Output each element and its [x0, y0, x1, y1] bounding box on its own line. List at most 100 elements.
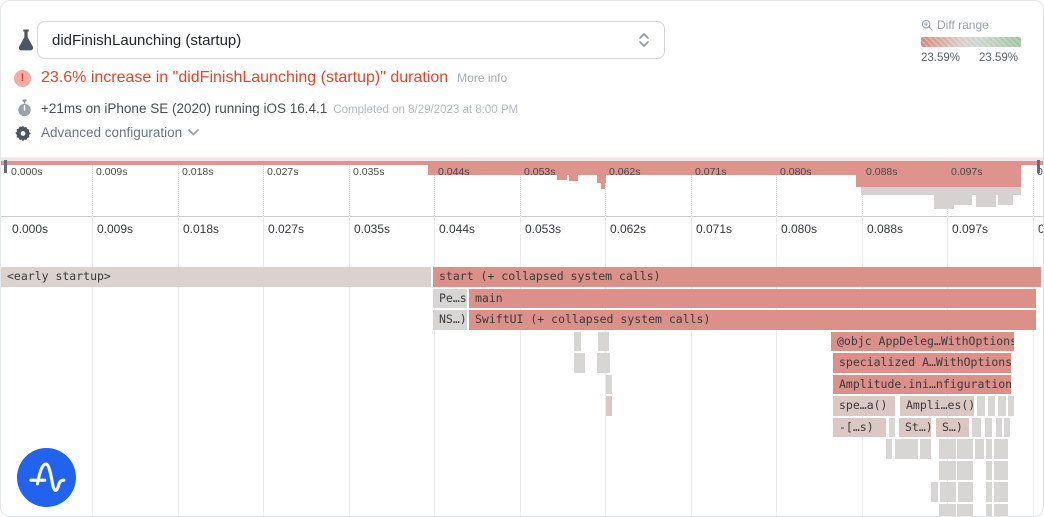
flame-bar[interactable] — [957, 504, 973, 516]
minimap-handle-left[interactable] — [4, 160, 7, 173]
ruler-tick-label: 0.1 — [1038, 222, 1043, 236]
timeline-minimap[interactable]: 0.000s 0.009s 0.018s 0.027s 0.035s 0.044s 0.05… — [1, 157, 1043, 217]
flame-bar[interactable] — [1000, 482, 1008, 502]
flame-bar[interactable] — [606, 375, 612, 395]
diff-range-max: 23.59% — [979, 52, 1018, 64]
flame-bar[interactable]: -[…s) — [833, 418, 886, 438]
zoom-icon — [921, 19, 933, 31]
flame-bar[interactable]: NS…) — [433, 310, 467, 330]
performance-trace-panel: didFinishLaunching (startup) Diff range … — [0, 0, 1044, 517]
flame-bar[interactable] — [996, 418, 1002, 438]
flame-bar[interactable]: Ampli…es() — [900, 396, 974, 416]
flame-bar[interactable] — [972, 418, 981, 438]
flame-bar[interactable] — [579, 353, 585, 373]
ruler-tick-label: 0.071s — [696, 222, 732, 236]
flame-bar[interactable] — [574, 332, 581, 352]
warning-text: 23.6% increase in "didFinishLaunching (s… — [41, 69, 448, 86]
flame-bar[interactable]: Amplitude.ini…nfiguration:) — [833, 375, 1011, 395]
chevron-down-icon — [188, 129, 199, 136]
flame-bar[interactable] — [998, 396, 1006, 416]
flame-bar[interactable] — [895, 439, 918, 459]
minimap-shape — [597, 175, 606, 183]
ruler-tick-label: 0.035s — [354, 222, 390, 236]
flame-bars: <early startup>start (+ collapsed system… — [1, 263, 1043, 516]
diff-range-gradient — [921, 37, 1021, 47]
flame-bar[interactable] — [986, 482, 992, 502]
ruler-tick-labels: 0.000s0.009s0.018s0.027s0.035s0.044s0.05… — [1, 216, 1043, 263]
minimap-tick-label: 0.097s — [951, 166, 983, 178]
flame-bar[interactable] — [1004, 418, 1010, 438]
flame-bar[interactable] — [958, 482, 973, 502]
flame-bar[interactable] — [886, 439, 892, 459]
run-info-text: +21ms on iPhone SE (2020) running iOS 16… — [41, 101, 327, 116]
ruler-tick-label: 0.062s — [610, 222, 646, 236]
ruler-tick-label: 0.080s — [781, 222, 817, 236]
minimap-handle-right[interactable] — [1037, 160, 1040, 173]
flame-bar[interactable]: Pe…s — [433, 289, 467, 309]
flame-bar[interactable] — [986, 504, 992, 516]
trace-selector[interactable]: didFinishLaunching (startup) — [37, 21, 665, 59]
flame-bar[interactable] — [986, 461, 992, 481]
flame-chart[interactable]: <early startup>start (+ collapsed system… — [1, 263, 1043, 516]
flame-bar[interactable]: spe…a() — [833, 396, 895, 416]
flame-bar[interactable] — [1000, 461, 1008, 481]
flame-bar[interactable] — [1000, 504, 1008, 516]
minimap-tick-label: 0.027s — [267, 166, 299, 178]
flame-bar[interactable] — [598, 332, 609, 352]
flame-bar[interactable]: @objc AppDeleg…WithOptions:) — [831, 332, 1014, 352]
flame-bar[interactable]: SwiftUI (+ collapsed system calls) — [469, 310, 1036, 330]
ruler-tick-label: 0.018s — [183, 222, 219, 236]
flame-bar[interactable]: main — [469, 289, 1036, 309]
advanced-configuration-label: Advanced configuration — [41, 125, 182, 140]
flame-bar[interactable]: <early startup> — [1, 267, 431, 287]
flame-bar[interactable] — [1008, 396, 1014, 416]
minimap-shape — [601, 183, 605, 189]
flame-bar[interactable] — [975, 439, 984, 459]
minimap-tick-label: 0.071s — [695, 166, 727, 178]
diff-range-min: 23.59% — [921, 52, 960, 64]
minimap-tick-label: 0.000s — [11, 166, 43, 178]
flame-bar[interactable]: start (+ collapsed system calls) — [433, 267, 1041, 287]
minimap-tick-label: 0.035s — [353, 166, 385, 178]
advanced-configuration-toggle[interactable]: Advanced configuration — [41, 125, 199, 140]
flame-bar[interactable] — [1000, 439, 1008, 459]
flame-bar[interactable] — [889, 418, 895, 438]
flame-bar[interactable] — [939, 461, 956, 481]
flame-bar[interactable] — [986, 439, 992, 459]
run-completed-timestamp: Completed on 8/29/2023 at 8:00 PM — [333, 104, 518, 116]
flame-bar[interactable] — [920, 439, 931, 459]
flame-bar[interactable]: St…) — [899, 418, 931, 438]
minimap-tick-label: 0.018s — [182, 166, 214, 178]
flame-bar[interactable] — [606, 396, 612, 416]
flame-bar[interactable] — [940, 482, 956, 502]
ruler-tick-label: 0.044s — [439, 222, 475, 236]
warning-message: 23.6% increase in "didFinishLaunching (s… — [41, 69, 507, 87]
flame-bar[interactable] — [931, 482, 938, 502]
flame-bar[interactable]: specialized A…WithOptions:) — [833, 353, 1011, 373]
minimap-tick-label: 0.053s — [524, 166, 556, 178]
flame-bar[interactable] — [939, 504, 956, 516]
flame-bar[interactable] — [988, 396, 995, 416]
amplitude-a-icon — [25, 456, 69, 500]
flame-bar[interactable] — [939, 439, 956, 459]
flame-bar[interactable] — [957, 439, 973, 459]
ruler-tick-label: 0.097s — [952, 222, 988, 236]
minimap-tick-label: 0.044s — [438, 166, 470, 178]
minimap-tick-label: 0.062s — [609, 166, 641, 178]
ruler-tick-label: 0.088s — [867, 222, 903, 236]
minimap-shape — [998, 195, 1013, 205]
flame-bar[interactable] — [597, 353, 610, 373]
flame-bar[interactable] — [985, 418, 992, 438]
diff-range-label: Diff range — [937, 18, 989, 32]
amplitude-logo[interactable] — [17, 448, 76, 507]
ruler-tick-label: 0.053s — [525, 222, 561, 236]
minimap-tick-label: 0.080s — [780, 166, 812, 178]
flame-bar[interactable] — [977, 396, 985, 416]
minimap-tick-label: 0.009s — [96, 166, 128, 178]
more-info-link[interactable]: More info — [457, 71, 507, 85]
flame-bar[interactable] — [957, 461, 973, 481]
flame-bar[interactable]: S…) — [936, 418, 969, 438]
ruler-tick-label: 0.009s — [97, 222, 133, 236]
minimap-shape — [557, 175, 567, 180]
minimap-shape — [934, 195, 954, 209]
